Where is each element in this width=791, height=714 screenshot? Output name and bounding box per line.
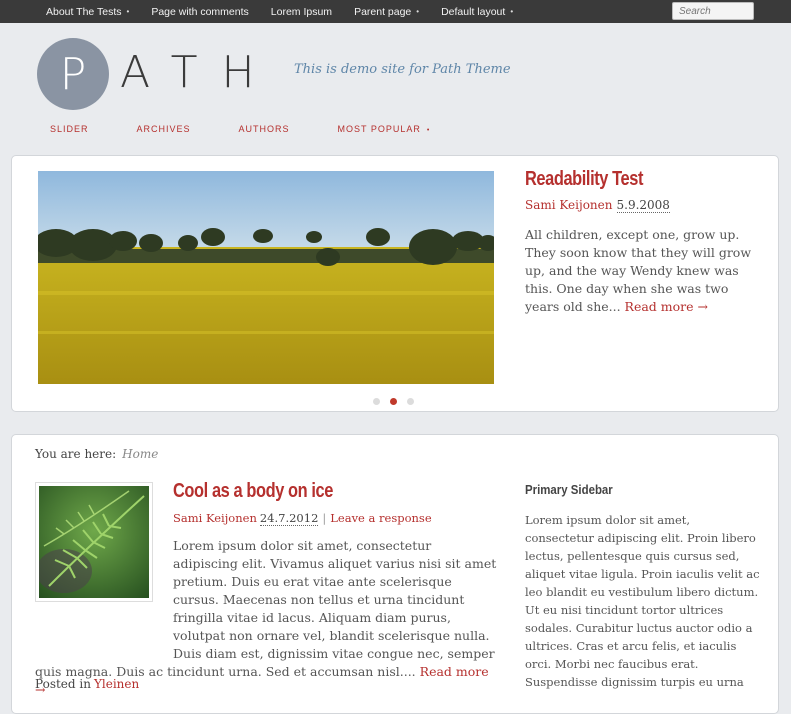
slide-image[interactable] xyxy=(38,171,494,384)
sidebar-title: Primary Sidebar xyxy=(525,482,613,497)
search-input[interactable] xyxy=(672,2,754,20)
topnav-item-label: Default layout xyxy=(441,5,506,18)
top-navigation: About The Tests • Page with comments Lore… xyxy=(46,0,535,23)
topnav-item-label: Page with comments xyxy=(151,5,249,18)
post-meta: Sami Keijonen 24.7.2012 | Leave a response xyxy=(173,511,432,526)
logo-letter-p: P xyxy=(59,48,87,100)
topnav-item-page-with-comments[interactable]: Page with comments xyxy=(151,6,248,18)
sidebar-text: Lorem ipsum dolor sit amet, consectetur … xyxy=(525,513,760,689)
top-bar: About The Tests • Page with comments Lore… xyxy=(0,0,791,23)
logo-text: ATH xyxy=(120,47,279,98)
slide-read-more-link[interactable]: Read more → xyxy=(625,299,708,314)
submenu-dot-icon: • xyxy=(426,127,431,134)
slide-meta: Sami Keijonen 5.9.2008 xyxy=(525,198,670,213)
topnav-item-label: Lorem Ipsum xyxy=(270,5,333,18)
main-navigation: Slider Archives Authors Most Popular • xyxy=(50,124,478,134)
topnav-item-label: Parent page xyxy=(354,5,412,18)
rapeseed-field-image xyxy=(38,171,494,384)
slider-dot-1[interactable] xyxy=(373,398,380,405)
slider-pagination xyxy=(373,398,424,405)
category-link[interactable]: Yleinen xyxy=(94,677,139,691)
topnav-item-lorem-ipsum[interactable]: Lorem Ipsum xyxy=(271,6,332,18)
slide-title[interactable]: Readability Test xyxy=(525,168,643,191)
topnav-item-default-layout[interactable]: Default layout • xyxy=(441,6,513,18)
post-author-link[interactable]: Sami Keijonen xyxy=(173,511,257,525)
featured-slider: Readability Test Sami Keijonen 5.9.2008 A… xyxy=(11,155,779,412)
nav-item-most-popular[interactable]: Most Popular • xyxy=(338,124,431,134)
post-title[interactable]: Cool as a body on ice xyxy=(173,480,333,503)
nav-item-label: Most Popular xyxy=(337,124,421,134)
nav-item-label: Archives xyxy=(136,124,191,134)
topnav-item-parent-page[interactable]: Parent page • xyxy=(354,6,419,18)
post-categories: Posted in Yleinen xyxy=(35,677,139,691)
nav-item-label: Slider xyxy=(50,124,89,134)
slide-author-link[interactable]: Sami Keijonen xyxy=(525,198,613,212)
thumbnail-spacer xyxy=(35,537,173,661)
slide-date: 5.9.2008 xyxy=(616,198,670,213)
slider-dot-2-active[interactable] xyxy=(390,398,397,405)
breadcrumb-label: You are here: xyxy=(35,447,117,461)
post-date: 24.7.2012 xyxy=(259,511,319,526)
leave-response-link[interactable]: Leave a response xyxy=(330,511,431,525)
submenu-dot-icon: • xyxy=(510,7,514,16)
content-area: You are here: Home Cool as a body on ice… xyxy=(11,434,779,714)
site-tagline: This is demo site for Path Theme xyxy=(294,62,511,77)
nav-item-label: Authors xyxy=(238,124,290,134)
post-excerpt: Lorem ipsum dolor sit amet, consectetur … xyxy=(35,537,500,699)
meta-separator: | xyxy=(322,511,327,525)
topnav-item-label: About The Tests xyxy=(46,5,122,18)
submenu-dot-icon: • xyxy=(416,7,420,16)
slide-excerpt: All children, except one, grow up. They … xyxy=(525,226,760,316)
nav-item-archives[interactable]: Archives xyxy=(137,124,191,134)
nav-item-slider[interactable]: Slider xyxy=(50,124,89,134)
posted-in-label: Posted in xyxy=(35,677,91,691)
breadcrumb: You are here: Home xyxy=(35,447,158,461)
slider-dot-3[interactable] xyxy=(407,398,414,405)
topnav-item-about-the-tests[interactable]: About The Tests • xyxy=(46,6,129,18)
nav-item-authors[interactable]: Authors xyxy=(239,124,290,134)
breadcrumb-home: Home xyxy=(122,447,159,461)
submenu-dot-icon: • xyxy=(126,7,130,16)
